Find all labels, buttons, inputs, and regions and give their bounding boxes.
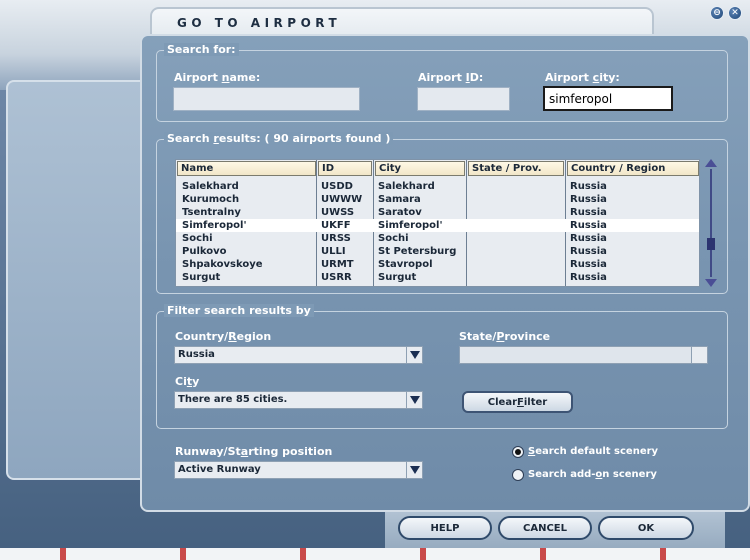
cell-name: Simferopol' bbox=[182, 220, 247, 231]
scroll-track[interactable] bbox=[710, 169, 712, 277]
cell-id: USRR bbox=[321, 272, 352, 283]
cell-country: Russia bbox=[570, 181, 607, 192]
scroll-up-icon[interactable] bbox=[705, 159, 717, 167]
cell-name: Salekhard bbox=[182, 181, 239, 192]
cell-id: USDD bbox=[321, 181, 353, 192]
runway-label: Runway/Starting position bbox=[175, 445, 333, 458]
table-row[interactable]: Surgut USRR Surgut Russia bbox=[176, 271, 699, 284]
cell-name: Tsentralny bbox=[182, 207, 241, 218]
table-header: Name ID City State / Prov. Country / Reg… bbox=[176, 160, 699, 177]
state-province-dropdown[interactable] bbox=[459, 346, 708, 364]
cell-city: St Petersburg bbox=[378, 246, 457, 257]
city-dropdown[interactable]: There are 85 cities. bbox=[174, 391, 423, 409]
cancel-button[interactable]: CANCEL bbox=[498, 516, 592, 540]
column-header-state[interactable]: State / Prov. bbox=[468, 161, 564, 176]
airport-city-input[interactable] bbox=[543, 86, 673, 111]
background-panel bbox=[6, 80, 156, 480]
cell-country: Russia bbox=[570, 207, 607, 218]
cell-name: Pulkovo bbox=[182, 246, 227, 257]
chevron-down-icon[interactable] bbox=[406, 462, 422, 478]
cell-city: Samara bbox=[378, 194, 421, 205]
cell-id: UWWW bbox=[321, 194, 363, 205]
country-region-label: Country/Region bbox=[175, 330, 272, 343]
cell-name: Kurumoch bbox=[182, 194, 240, 205]
table-row[interactable]: Tsentralny UWSS Saratov Russia bbox=[176, 206, 699, 219]
cell-city: Saratov bbox=[378, 207, 422, 218]
scroll-thumb[interactable] bbox=[707, 238, 715, 251]
city-label: City bbox=[175, 375, 200, 388]
scroll-down-icon[interactable] bbox=[705, 279, 717, 287]
cell-city: Salekhard bbox=[378, 181, 435, 192]
cell-country: Russia bbox=[570, 233, 607, 244]
cell-country: Russia bbox=[570, 220, 607, 231]
dropdown-button-icon[interactable] bbox=[691, 347, 707, 363]
background-strip bbox=[0, 548, 750, 560]
cell-city: Stavropol bbox=[378, 259, 433, 270]
cell-name: Shpakovskoye bbox=[182, 259, 263, 270]
column-header-id[interactable]: ID bbox=[318, 161, 372, 176]
default-scenery-label[interactable]: Search default scenery bbox=[528, 446, 658, 457]
cell-country: Russia bbox=[570, 194, 607, 205]
city-value: There are 85 cities. bbox=[178, 394, 288, 405]
table-row[interactable]: Kurumoch UWWW Samara Russia bbox=[176, 193, 699, 206]
results-scrollbar[interactable] bbox=[705, 159, 717, 287]
help-button[interactable]: HELP bbox=[398, 516, 492, 540]
results-table: Name ID City State / Prov. Country / Reg… bbox=[175, 159, 700, 287]
cell-city: Sochi bbox=[378, 233, 409, 244]
ok-button[interactable]: OK bbox=[598, 516, 694, 540]
airport-id-label: Airport ID: bbox=[418, 71, 484, 84]
clear-filter-button[interactable]: Clear Filter bbox=[462, 391, 573, 413]
close-icon[interactable]: ✕ bbox=[728, 6, 742, 20]
cell-country: Russia bbox=[570, 272, 607, 283]
addon-scenery-label[interactable]: Search add-on scenery bbox=[528, 469, 657, 480]
go-to-airport-dialog: Search for: Airport name: Airport ID: Ai… bbox=[140, 34, 750, 512]
table-row[interactable]: Sochi URSS Sochi Russia bbox=[176, 232, 699, 245]
cell-country: Russia bbox=[570, 246, 607, 257]
airport-name-label: Airport name: bbox=[174, 71, 261, 84]
chevron-down-icon[interactable] bbox=[406, 392, 422, 408]
airport-id-input[interactable] bbox=[417, 87, 510, 111]
airport-city-label: Airport city: bbox=[545, 71, 620, 84]
cell-id: URSS bbox=[321, 233, 351, 244]
filter-group: Filter search results by bbox=[156, 304, 728, 429]
addon-scenery-radio[interactable] bbox=[512, 469, 524, 481]
search-for-legend: Search for: bbox=[164, 43, 239, 56]
chevron-down-icon[interactable] bbox=[406, 347, 422, 363]
column-header-country[interactable]: Country / Region bbox=[567, 161, 699, 176]
cell-id: UKFF bbox=[321, 220, 351, 231]
cell-id: UWSS bbox=[321, 207, 355, 218]
table-row[interactable]: Salekhard USDD Salekhard Russia bbox=[176, 180, 699, 193]
runway-dropdown[interactable]: Active Runway bbox=[174, 461, 423, 479]
table-row[interactable]: Shpakovskoye URMT Stavropol Russia bbox=[176, 258, 699, 271]
filter-legend: Filter search results by bbox=[164, 304, 314, 317]
table-row[interactable]: Pulkovo ULLI St Petersburg Russia bbox=[176, 245, 699, 258]
column-header-city[interactable]: City bbox=[375, 161, 465, 176]
window-title: GO TO AIRPORT bbox=[177, 16, 342, 30]
search-results-legend: Search results: ( 90 airports found ) bbox=[164, 132, 394, 145]
country-region-dropdown[interactable]: Russia bbox=[174, 346, 423, 364]
country-region-value: Russia bbox=[178, 349, 215, 360]
cell-name: Surgut bbox=[182, 272, 221, 283]
cell-id: URMT bbox=[321, 259, 354, 270]
cell-city: Surgut bbox=[378, 272, 417, 283]
cell-country: Russia bbox=[570, 259, 607, 270]
default-scenery-radio[interactable] bbox=[512, 446, 524, 458]
cell-city: Simferopol' bbox=[378, 220, 443, 231]
cell-name: Sochi bbox=[182, 233, 213, 244]
minimize-icon[interactable]: ⊖ bbox=[710, 6, 724, 20]
state-province-label: State/Province bbox=[459, 330, 551, 343]
cell-id: ULLI bbox=[321, 246, 346, 257]
airport-name-input[interactable] bbox=[173, 87, 360, 111]
column-header-name[interactable]: Name bbox=[177, 161, 316, 176]
runway-value: Active Runway bbox=[178, 464, 261, 475]
table-row[interactable]: Simferopol' UKFF Simferopol' Russia bbox=[176, 219, 699, 232]
